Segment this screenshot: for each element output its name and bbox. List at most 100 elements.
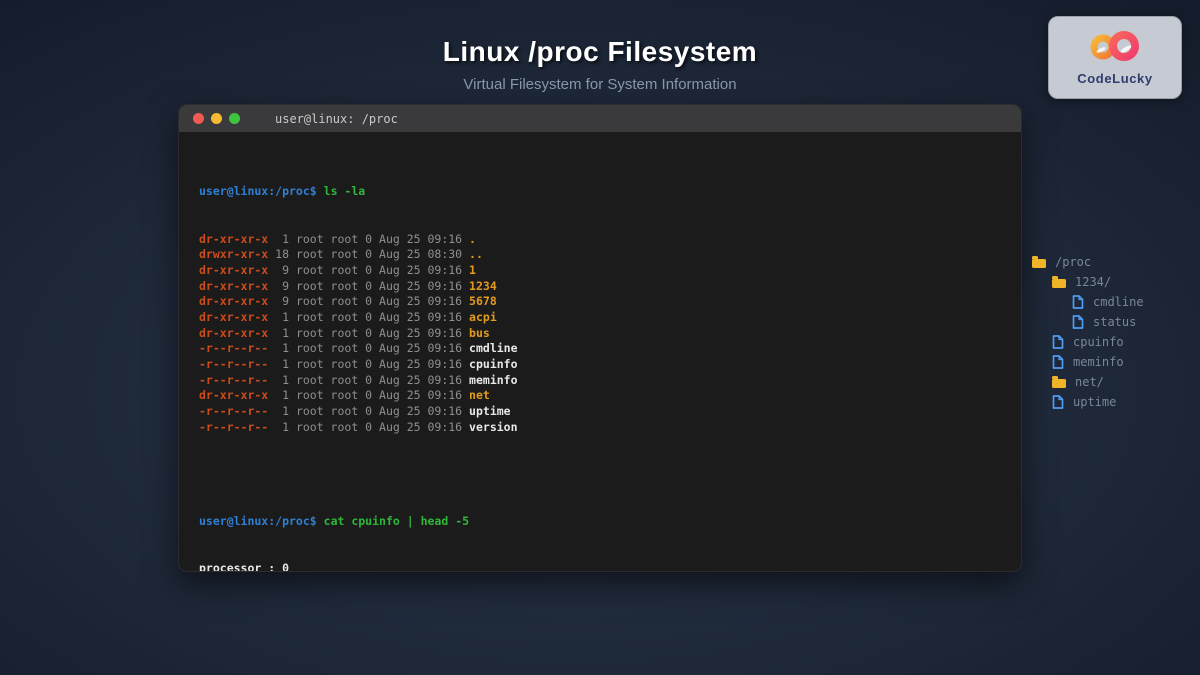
ls-directory-name: bus: [469, 326, 490, 340]
terminal-title: user@linux: /proc: [275, 112, 398, 126]
tree-item-label: 1234/: [1075, 275, 1111, 289]
maximize-button[interactable]: [229, 113, 240, 124]
shell-prompt: user@linux:/proc$: [199, 514, 317, 528]
tree-item-label: status: [1093, 315, 1136, 329]
ls-meta: 18 root root 0 Aug 25 08:30: [268, 247, 469, 261]
ls-directory-name: 5678: [469, 294, 497, 308]
ls-permissions: dr-xr-xr-x: [199, 232, 268, 246]
page-subtitle: Virtual Filesystem for System Informatio…: [0, 76, 1200, 93]
ls-row: dr-xr-xr-x 9 root root 0 Aug 25 09:16 1: [199, 263, 1001, 279]
ls-row: -r--r--r-- 1 root root 0 Aug 25 09:16 cp…: [199, 357, 1001, 373]
tree-item-1234[interactable]: 1234/: [1032, 272, 1144, 292]
terminal-body[interactable]: user@linux:/proc$ ls -la dr-xr-xr-x 1 ro…: [179, 132, 1021, 572]
ls-permissions: -r--r--r--: [199, 373, 268, 387]
codelucky-logo-text: CodeLucky: [1077, 71, 1152, 86]
ls-meta: 1 root root 0 Aug 25 09:16: [268, 373, 469, 387]
command-cat: [317, 514, 324, 528]
ls-directory-name: ..: [469, 247, 483, 261]
tree-item-status[interactable]: status: [1032, 312, 1144, 332]
prompt-line-cat: user@linux:/proc$ cat cpuinfo | head -5: [199, 514, 1001, 530]
folder-icon: [1052, 379, 1066, 388]
tree-item-label: uptime: [1073, 395, 1116, 409]
folder-icon: [1052, 279, 1066, 288]
ls-permissions: dr-xr-xr-x: [199, 388, 268, 402]
tree-item-meminfo[interactable]: meminfo: [1032, 352, 1144, 372]
ls-meta: 1 root root 0 Aug 25 09:16: [268, 357, 469, 371]
ls-meta: 9 root root 0 Aug 25 09:16: [268, 263, 469, 277]
ls-meta: 1 root root 0 Aug 25 09:16: [268, 232, 469, 246]
codelucky-infinity-icon: [1083, 29, 1147, 68]
ls-directory-name: net: [469, 388, 490, 402]
file-icon: [1072, 315, 1084, 329]
close-button[interactable]: [193, 113, 204, 124]
ls-output: dr-xr-xr-x 1 root root 0 Aug 25 09:16 .d…: [199, 232, 1001, 436]
terminal-titlebar: user@linux: /proc: [179, 105, 1021, 132]
ls-permissions: -r--r--r--: [199, 404, 268, 418]
ls-meta: 1 root root 0 Aug 25 09:16: [268, 341, 469, 355]
ls-file-name: meminfo: [469, 373, 517, 387]
ls-directory-name: .: [469, 232, 476, 246]
ls-file-name: cmdline: [469, 341, 517, 355]
command-cat-text: cat cpuinfo | head -5: [324, 514, 469, 528]
folder-icon: [1032, 259, 1046, 268]
ls-permissions: dr-xr-xr-x: [199, 310, 268, 324]
page-header: Linux /proc Filesystem Virtual Filesyste…: [0, 36, 1200, 93]
ls-row: dr-xr-xr-x 9 root root 0 Aug 25 09:16 56…: [199, 294, 1001, 310]
ls-permissions: dr-xr-xr-x: [199, 294, 268, 308]
ls-permissions: drwxr-xr-x: [199, 247, 268, 261]
ls-permissions: -r--r--r--: [199, 420, 268, 434]
blank-line: [199, 467, 1001, 483]
cpuinfo-line: processor : 0: [199, 561, 1001, 572]
ls-file-name: cpuinfo: [469, 357, 517, 371]
ls-meta: 9 root root 0 Aug 25 09:16: [268, 294, 469, 308]
file-tree: /proc 1234/cmdline status cpuinfo meminfo net…: [1032, 252, 1144, 412]
file-icon: [1052, 335, 1064, 349]
ls-permissions: dr-xr-xr-x: [199, 279, 268, 293]
ls-meta: 9 root root 0 Aug 25 09:16: [268, 279, 469, 293]
ls-meta: 1 root root 0 Aug 25 09:16: [268, 388, 469, 402]
tree-item-label: net/: [1075, 375, 1104, 389]
ls-meta: 1 root root 0 Aug 25 09:16: [268, 310, 469, 324]
ls-row: dr-xr-xr-x 9 root root 0 Aug 25 09:16 12…: [199, 279, 1001, 295]
tree-item-label: /proc: [1055, 255, 1091, 269]
cpuinfo-output: processor : 0vendor_id : GenuineIntelcpu…: [199, 561, 1001, 572]
ls-row: dr-xr-xr-x 1 root root 0 Aug 25 09:16 .: [199, 232, 1001, 248]
terminal-window: user@linux: /proc user@linux:/proc$ ls -…: [178, 104, 1022, 572]
ls-meta: 1 root root 0 Aug 25 09:16: [268, 326, 469, 340]
ls-directory-name: acpi: [469, 310, 497, 324]
tree-item-label: meminfo: [1073, 355, 1124, 369]
tree-item-cmdline[interactable]: cmdline: [1032, 292, 1144, 312]
shell-prompt: user@linux:/proc$: [199, 184, 317, 198]
ls-permissions: dr-xr-xr-x: [199, 263, 268, 277]
ls-row: -r--r--r-- 1 root root 0 Aug 25 09:16 up…: [199, 404, 1001, 420]
ls-row: dr-xr-xr-x 1 root root 0 Aug 25 09:16 ne…: [199, 388, 1001, 404]
ls-row: -r--r--r-- 1 root root 0 Aug 25 09:16 ve…: [199, 420, 1001, 436]
minimize-button[interactable]: [211, 113, 222, 124]
page-title: Linux /proc Filesystem: [0, 36, 1200, 68]
ls-directory-name: 1: [469, 263, 476, 277]
tree-item-cpuinfo[interactable]: cpuinfo: [1032, 332, 1144, 352]
ls-permissions: dr-xr-xr-x: [199, 326, 268, 340]
tree-item-uptime[interactable]: uptime: [1032, 392, 1144, 412]
ls-file-name: uptime: [469, 404, 511, 418]
ls-meta: 1 root root 0 Aug 25 09:16: [268, 404, 469, 418]
tree-item-label: cpuinfo: [1073, 335, 1124, 349]
command-ls: [317, 184, 324, 198]
ls-directory-name: 1234: [469, 279, 497, 293]
ls-permissions: -r--r--r--: [199, 341, 268, 355]
ls-permissions: -r--r--r--: [199, 357, 268, 371]
ls-row: dr-xr-xr-x 1 root root 0 Aug 25 09:16 bu…: [199, 326, 1001, 342]
tree-item-proc[interactable]: /proc: [1032, 252, 1144, 272]
ls-file-name: version: [469, 420, 517, 434]
ls-row: -r--r--r-- 1 root root 0 Aug 25 09:16 me…: [199, 373, 1001, 389]
command-ls-text: ls -la: [324, 184, 366, 198]
file-icon: [1072, 295, 1084, 309]
codelucky-logo-card: CodeLucky: [1048, 16, 1182, 99]
tree-item-net[interactable]: net/: [1032, 372, 1144, 392]
tree-item-label: cmdline: [1093, 295, 1144, 309]
ls-meta: 1 root root 0 Aug 25 09:16: [268, 420, 469, 434]
file-icon: [1052, 395, 1064, 409]
file-icon: [1052, 355, 1064, 369]
ls-row: drwxr-xr-x 18 root root 0 Aug 25 08:30 .…: [199, 247, 1001, 263]
ls-row: dr-xr-xr-x 1 root root 0 Aug 25 09:16 ac…: [199, 310, 1001, 326]
